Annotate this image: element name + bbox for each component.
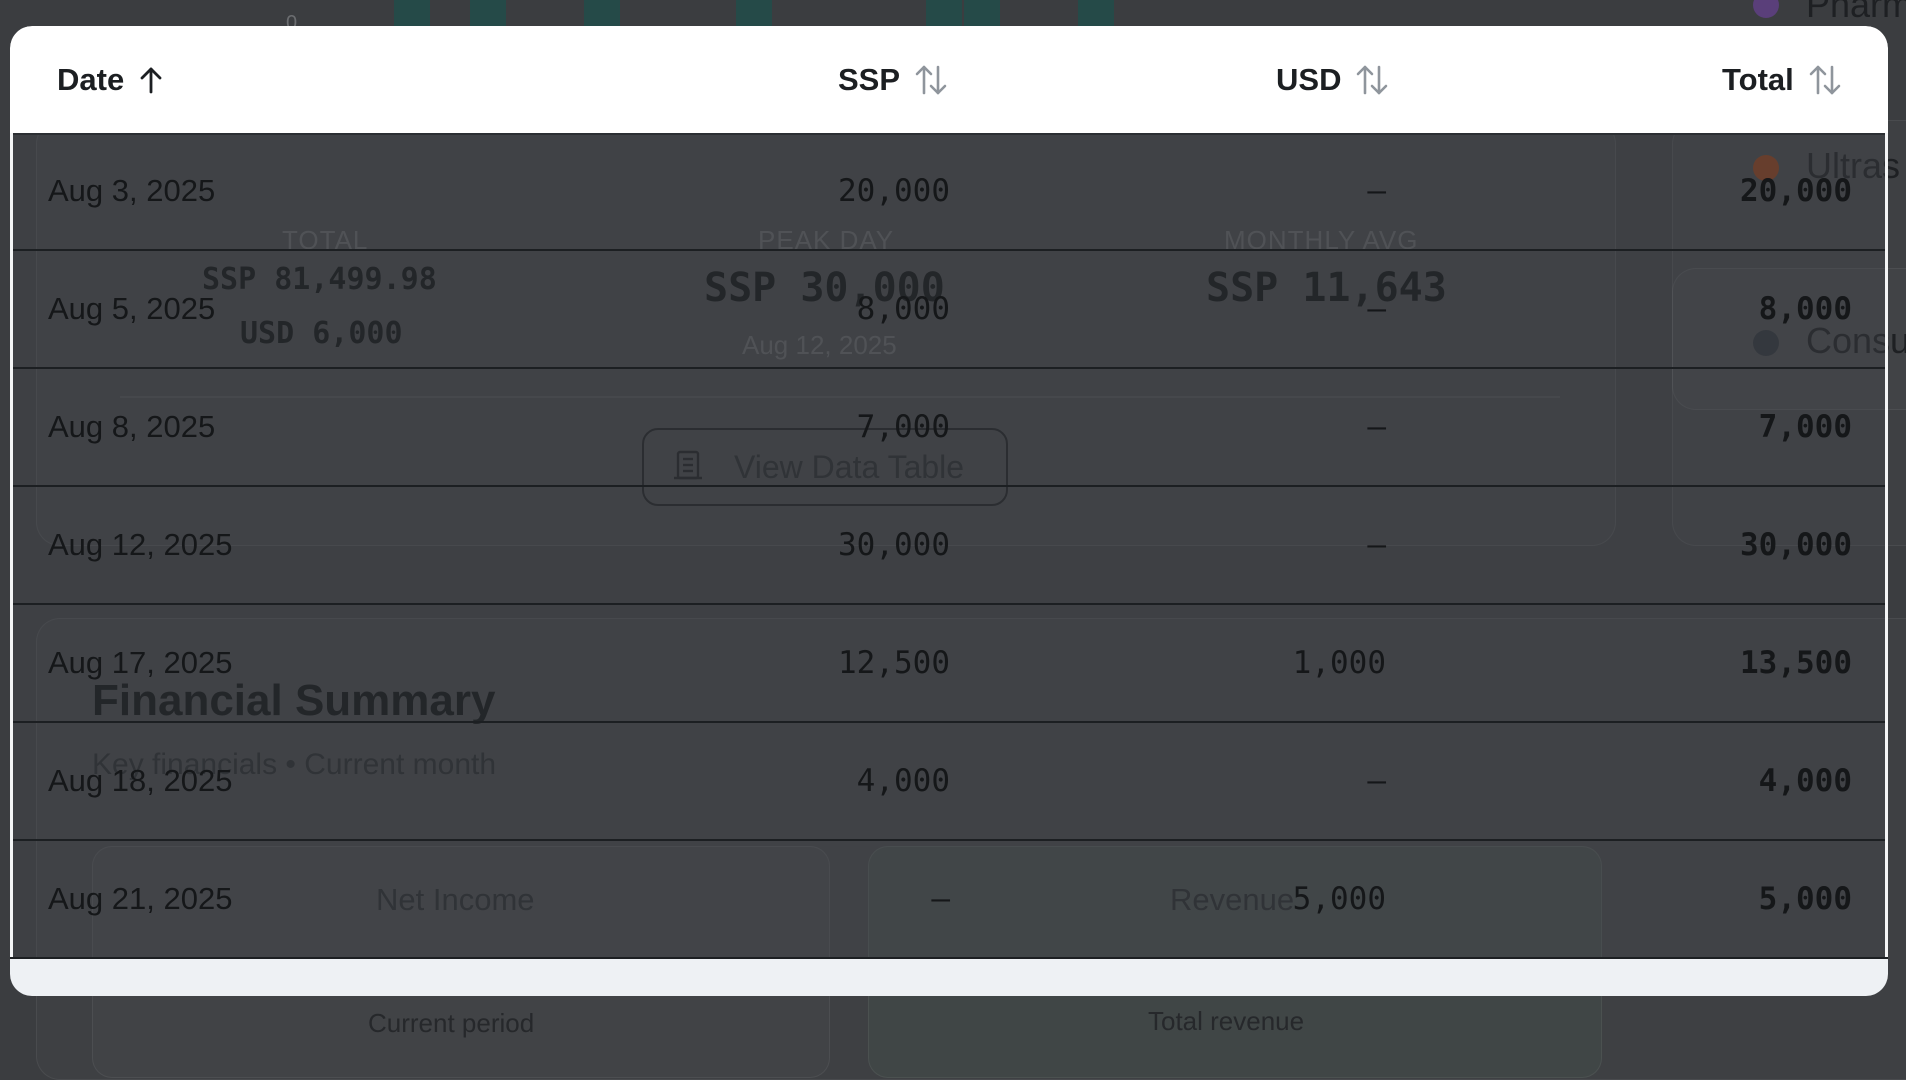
table-row[interactable]: Aug 3, 2025 20,000 — 20,000 xyxy=(10,133,1888,251)
date-header-label: Date xyxy=(57,61,125,97)
total-column-header[interactable]: Total xyxy=(1722,26,1842,133)
sort-arrows-icon[interactable] xyxy=(914,63,948,97)
usd-cell: — xyxy=(1367,291,1386,327)
usd-cell: 5,000 xyxy=(1292,881,1386,917)
usd-cell: — xyxy=(1367,527,1386,563)
date-cell: Aug 17, 2025 xyxy=(48,645,233,680)
usd-cell: — xyxy=(1367,409,1386,445)
ssp-cell: 7,000 xyxy=(856,409,950,445)
total-cell: 30,000 xyxy=(1740,527,1852,563)
table-body: Aug 3, 2025 20,000 — 20,000 Aug 5, 2025 … xyxy=(10,133,1888,959)
data-table-modal: Date SSP USD Total Aug 3, 2025 20,000 — … xyxy=(10,26,1888,996)
modal-footer xyxy=(10,957,1888,996)
date-cell: Aug 8, 2025 xyxy=(48,409,216,444)
table-row[interactable]: Aug 5, 2025 8,000 — 8,000 xyxy=(10,251,1888,369)
pharmacy-legend-dot xyxy=(1753,0,1779,18)
total-cell: 20,000 xyxy=(1740,173,1852,209)
usd-cell: — xyxy=(1367,763,1386,799)
pharmacy-legend-label: Pharm xyxy=(1806,0,1906,25)
chart-bar xyxy=(964,0,1000,26)
chart-bar xyxy=(470,0,506,26)
ssp-cell: 30,000 xyxy=(838,527,950,563)
date-column-header[interactable]: Date xyxy=(57,26,164,133)
chart-bar xyxy=(736,0,772,26)
date-cell: Aug 18, 2025 xyxy=(48,763,233,798)
ssp-cell: — xyxy=(931,881,950,917)
chart-bar xyxy=(926,0,962,26)
total-cell: 5,000 xyxy=(1758,881,1852,917)
table-row[interactable]: Aug 12, 2025 30,000 — 30,000 xyxy=(10,487,1888,605)
date-cell: Aug 5, 2025 xyxy=(48,291,216,326)
arrow-up-icon[interactable] xyxy=(138,65,164,95)
table-row[interactable]: Aug 17, 2025 12,500 1,000 13,500 xyxy=(10,605,1888,723)
total-header-label: Total xyxy=(1722,61,1794,97)
date-cell: Aug 21, 2025 xyxy=(48,881,233,916)
ssp-cell: 20,000 xyxy=(838,173,950,209)
table-row[interactable]: Aug 21, 2025 — 5,000 5,000 xyxy=(10,841,1888,959)
date-cell: Aug 3, 2025 xyxy=(48,173,216,208)
chart-bar xyxy=(394,0,430,26)
chart-bar xyxy=(584,0,620,26)
total-cell: 8,000 xyxy=(1758,291,1852,327)
current-period-label: Current period xyxy=(368,1008,535,1038)
modal-border-left xyxy=(10,133,13,957)
total-cell: 4,000 xyxy=(1758,763,1852,799)
table-header-row: Date SSP USD Total xyxy=(10,26,1888,135)
date-cell: Aug 12, 2025 xyxy=(48,527,233,562)
sort-arrows-icon[interactable] xyxy=(1808,63,1842,97)
total-cell: 13,500 xyxy=(1740,645,1852,681)
total-cell: 7,000 xyxy=(1758,409,1852,445)
usd-cell: 1,000 xyxy=(1292,645,1386,681)
ssp-cell: 8,000 xyxy=(856,291,950,327)
total-revenue-label: Total revenue xyxy=(1148,1006,1305,1036)
table-row[interactable]: Aug 18, 2025 4,000 — 4,000 xyxy=(10,723,1888,841)
ssp-column-header[interactable]: SSP xyxy=(838,26,948,133)
usd-column-header[interactable]: USD xyxy=(1276,26,1389,133)
table-row[interactable]: Aug 8, 2025 7,000 — 7,000 xyxy=(10,369,1888,487)
ssp-cell: 4,000 xyxy=(856,763,950,799)
usd-header-label: USD xyxy=(1276,61,1342,97)
ssp-cell: 12,500 xyxy=(838,645,950,681)
modal-border-right xyxy=(1885,133,1888,957)
usd-cell: — xyxy=(1367,173,1386,209)
chart-bar xyxy=(1078,0,1114,26)
ssp-header-label: SSP xyxy=(838,61,901,97)
sort-arrows-icon[interactable] xyxy=(1355,63,1389,97)
